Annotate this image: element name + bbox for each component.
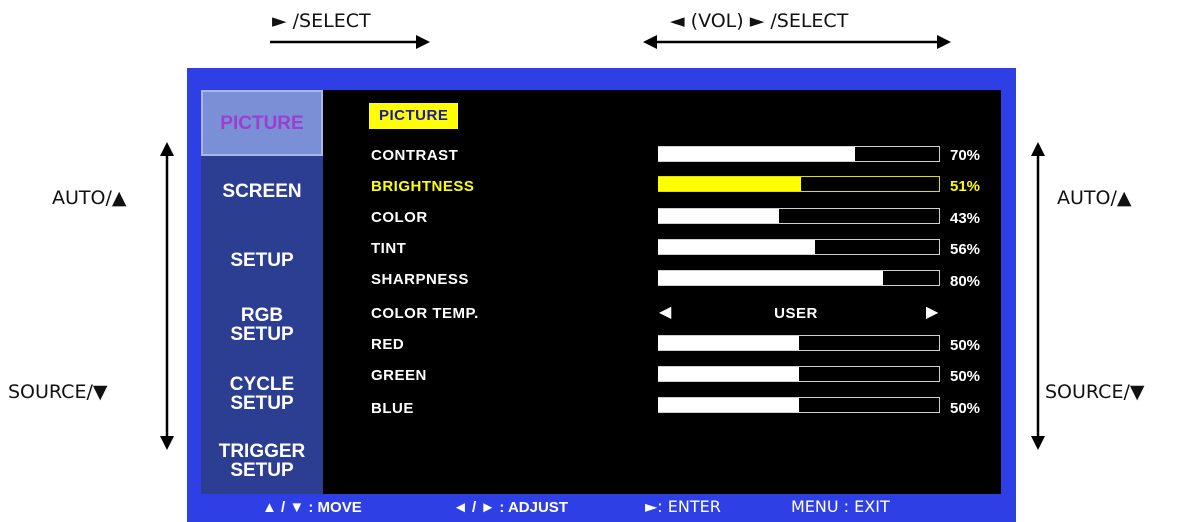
contrast-slider-fill xyxy=(658,147,855,161)
page-title: PICTURE xyxy=(369,103,459,129)
red-value: 50% xyxy=(950,337,981,354)
footer-adjust-hint: ◄ / ► : ADJUST xyxy=(453,499,568,516)
sharpness-value: 80% xyxy=(950,273,981,290)
brightness-label[interactable]: BRIGHTNESS xyxy=(371,178,474,195)
color-temp-label[interactable]: COLOR TEMP. xyxy=(371,305,479,322)
color-temp-prev-icon[interactable]: ◀ xyxy=(659,302,671,322)
contrast-value: 70% xyxy=(950,147,981,164)
sharpness-slider[interactable] xyxy=(658,270,940,286)
tab-trigger-setup[interactable]: TRIGGER SETUP xyxy=(201,442,323,480)
tab-picture[interactable]: PICTURE xyxy=(201,90,323,156)
select-annotation-top-left: ► /SELECT xyxy=(272,10,371,32)
sharpness-label[interactable]: SHARPNESS xyxy=(371,271,469,288)
up-down-arrow-icon-left xyxy=(160,142,174,450)
tint-label[interactable]: TINT xyxy=(371,240,406,257)
right-arrow-icon xyxy=(270,35,430,49)
tab-screen[interactable]: SCREEN xyxy=(201,182,323,201)
tab-rgb-setup-line1: RGB xyxy=(240,305,284,326)
green-value: 50% xyxy=(950,368,981,385)
auto-annotation-left: AUTO/▲ xyxy=(52,187,127,209)
source-annotation-left: SOURCE/▼ xyxy=(8,381,108,403)
color-temp-value: USER xyxy=(774,305,818,322)
color-slider[interactable] xyxy=(658,208,940,224)
contrast-label[interactable]: CONTRAST xyxy=(371,147,458,164)
red-slider[interactable] xyxy=(658,335,940,351)
source-annotation-right: SOURCE/▼ xyxy=(1045,381,1145,403)
tab-rgb-setup[interactable]: RGB SETUP xyxy=(201,306,323,344)
tab-trigger-setup-line1: TRIGGER xyxy=(218,441,306,462)
blue-label[interactable]: BLUE xyxy=(371,400,414,417)
osd-content: PICTURE SCREEN SETUP RGB SETUP CYCLE SET… xyxy=(201,90,1001,494)
osd-sidebar: PICTURE SCREEN SETUP RGB SETUP CYCLE SET… xyxy=(201,90,323,494)
blue-slider-fill xyxy=(658,398,799,412)
color-temp-next-icon[interactable]: ▶ xyxy=(926,302,938,322)
tab-trigger-setup-line2: SETUP xyxy=(230,460,294,481)
green-label[interactable]: GREEN xyxy=(371,367,427,384)
footer-exit-hint: MENU : EXIT xyxy=(791,497,890,516)
red-label[interactable]: RED xyxy=(371,336,404,353)
tint-slider[interactable] xyxy=(658,239,940,255)
up-down-arrow-icon-right xyxy=(1031,142,1045,450)
osd-footer: ▲ / ▼ : MOVE ◄ / ► : ADJUST ►: ENTER MEN… xyxy=(187,494,1016,522)
brightness-value: 51% xyxy=(950,178,981,195)
tab-setup-label: SETUP xyxy=(230,250,294,271)
tint-slider-fill xyxy=(658,240,816,254)
contrast-slider[interactable] xyxy=(658,146,940,162)
green-slider[interactable] xyxy=(658,366,940,382)
tab-setup[interactable]: SETUP xyxy=(201,251,323,270)
footer-enter-hint: ►: ENTER xyxy=(645,497,721,516)
tab-cycle-setup-line2: SETUP xyxy=(230,393,294,414)
brightness-slider[interactable] xyxy=(658,176,940,192)
auto-annotation-right: AUTO/▲ xyxy=(1057,187,1132,209)
osd-menu: PICTURE SCREEN SETUP RGB SETUP CYCLE SET… xyxy=(187,68,1016,522)
vol-select-annotation: ◄ (VOL) ► /SELECT xyxy=(670,10,849,32)
left-right-arrow-icon xyxy=(643,35,951,49)
sharpness-slider-fill xyxy=(658,271,883,285)
blue-slider[interactable] xyxy=(658,397,940,413)
tab-picture-label: PICTURE xyxy=(220,113,304,134)
tint-value: 56% xyxy=(950,241,981,258)
color-slider-fill xyxy=(658,209,779,223)
tab-cycle-setup-line1: CYCLE xyxy=(229,374,295,395)
footer-move-hint: ▲ / ▼ : MOVE xyxy=(262,499,362,516)
color-value: 43% xyxy=(950,210,981,227)
tab-screen-label: SCREEN xyxy=(222,181,302,202)
color-label[interactable]: COLOR xyxy=(371,209,428,226)
green-slider-fill xyxy=(658,367,799,381)
tab-rgb-setup-line2: SETUP xyxy=(230,324,294,345)
blue-value: 50% xyxy=(950,400,981,417)
tab-cycle-setup[interactable]: CYCLE SETUP xyxy=(201,375,323,413)
red-slider-fill xyxy=(658,336,799,350)
brightness-slider-fill xyxy=(658,177,802,191)
